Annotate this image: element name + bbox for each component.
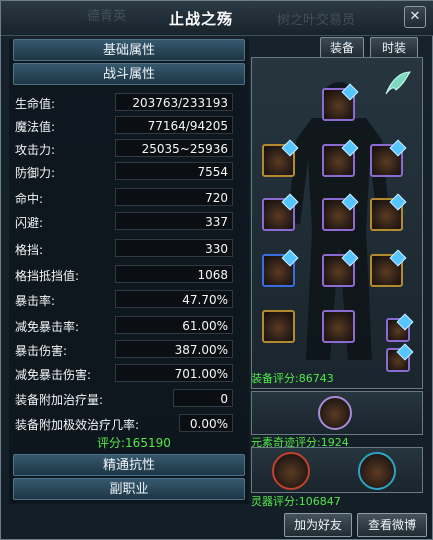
equip-slot-gloves[interactable] [370, 193, 407, 231]
spirit-artifact-score: 灵器评分:106847 [251, 495, 341, 508]
stat-row-attack: 攻击力: 25035~25936 [15, 139, 245, 159]
stat-row-hp: 生命值: 203763/233193 [15, 93, 245, 113]
stat-row-block: 格挡: 330 [15, 239, 245, 259]
equip-slot-offhand[interactable] [262, 310, 295, 343]
section-combat-attributes[interactable]: 战斗属性 [13, 63, 245, 85]
equip-slot-pants[interactable] [322, 249, 359, 287]
stat-value: 387.00% [115, 340, 233, 358]
stat-label: 防御力: [15, 166, 56, 180]
tab-equipment[interactable]: 装备 [320, 37, 364, 59]
equipment-score: 装备评分:86743 [251, 372, 334, 385]
stat-value: 330 [115, 239, 233, 257]
stat-row-block-value: 格挡抵挡值: 1068 [15, 265, 245, 285]
equip-slot-weapon[interactable] [262, 193, 299, 231]
stat-value: 0.00% [179, 414, 233, 432]
equip-slot-earring[interactable] [386, 313, 414, 342]
stat-value: 337 [115, 212, 233, 230]
spirit-artifact-slot-1[interactable] [272, 452, 310, 490]
stat-row-accuracy: 命中: 720 [15, 188, 245, 208]
close-button[interactable]: ✕ [404, 6, 426, 28]
stat-row-dodge: 闪避: 337 [15, 212, 245, 232]
spirit-artifact-panel [251, 447, 423, 493]
window-title: 止战之殇 [169, 10, 234, 28]
equipment-panel [251, 57, 423, 389]
stat-value: 203763/233193 [115, 93, 233, 111]
stat-value: 701.00% [115, 364, 233, 382]
stat-row-heal-bonus: 装备附加治疗量: 0 [15, 389, 245, 409]
equip-slot-necklace[interactable] [262, 139, 299, 177]
stat-value: 61.00% [115, 316, 233, 334]
tab-fashion[interactable]: 时装 [370, 37, 418, 59]
stat-row-crit-resist: 减免暴击率: 61.00% [15, 316, 245, 336]
equip-slot-helmet[interactable] [322, 83, 359, 121]
equip-slot-chest[interactable] [322, 139, 359, 177]
stat-label: 格挡: [15, 243, 44, 257]
wing-icon[interactable] [382, 68, 412, 98]
section-sub-job[interactable]: 副职业 [13, 478, 245, 500]
stat-label: 减免暴击伤害: [15, 368, 92, 382]
stat-value: 47.70% [115, 290, 233, 308]
equip-slot-shoulder[interactable] [370, 139, 407, 177]
character-info-window: 德青英 树之叶交易员 止战之殇 ✕ 基础属性 战斗属性 生命值: 203763/… [0, 0, 433, 540]
element-wonder-panel [251, 391, 423, 435]
equip-slot-bracer[interactable] [262, 249, 299, 287]
add-friend-button[interactable]: 加为好友 [284, 513, 352, 537]
gem-icon [396, 343, 414, 361]
stat-row-crit-damage: 暴击伤害: 387.00% [15, 340, 245, 360]
gem-icon [396, 313, 414, 331]
stat-label: 格挡抵挡值: [15, 269, 80, 283]
close-icon: ✕ [409, 9, 421, 24]
stat-row-crit-damage-resist: 减免暴击伤害: 701.00% [15, 364, 245, 384]
stat-row-mp: 魔法值: 77164/94205 [15, 116, 245, 136]
element-wonder-slot[interactable] [318, 396, 352, 430]
stat-label: 闪避: [15, 216, 44, 230]
background-text: 德青英 [87, 9, 127, 24]
combat-score: 评分:165190 [97, 436, 171, 450]
stat-label: 暴击率: [15, 294, 56, 308]
stat-row-heal-crit: 装备附加极效治疗几率: 0.00% [15, 414, 245, 434]
equip-slot-belt[interactable] [322, 193, 359, 231]
stat-label: 装备附加极效治疗几率: [15, 418, 140, 432]
stat-value: 7554 [115, 162, 233, 180]
section-basic-attributes[interactable]: 基础属性 [13, 39, 245, 61]
title-bar[interactable]: 德青英 树之叶交易员 止战之殇 ✕ [1, 1, 433, 36]
stat-label: 装备附加治疗量: [15, 393, 104, 407]
view-weibo-button[interactable]: 查看微博 [357, 513, 427, 537]
stat-value: 25035~25936 [115, 139, 233, 157]
stat-label: 暴击伤害: [15, 344, 68, 358]
stat-label: 命中: [15, 192, 44, 206]
stat-label: 攻击力: [15, 143, 56, 157]
background-text: 树之叶交易员 [277, 13, 356, 28]
stat-value: 77164/94205 [115, 116, 233, 134]
stat-label: 生命值: [15, 97, 56, 111]
equip-slot-earring-2[interactable] [386, 343, 414, 372]
stat-value: 720 [115, 188, 233, 206]
stat-value: 1068 [115, 265, 233, 283]
stat-value: 0 [173, 389, 233, 407]
stat-row-crit-rate: 暴击率: 47.70% [15, 290, 245, 310]
equip-slot-ring[interactable] [370, 249, 407, 287]
equip-slot-boots[interactable] [322, 310, 355, 343]
stat-label: 魔法值: [15, 120, 56, 134]
stat-label: 减免暴击率: [15, 320, 80, 334]
spirit-artifact-slot-2[interactable] [358, 452, 396, 490]
section-mastery-resistance[interactable]: 精通抗性 [13, 454, 245, 476]
stat-row-defense: 防御力: 7554 [15, 162, 245, 182]
